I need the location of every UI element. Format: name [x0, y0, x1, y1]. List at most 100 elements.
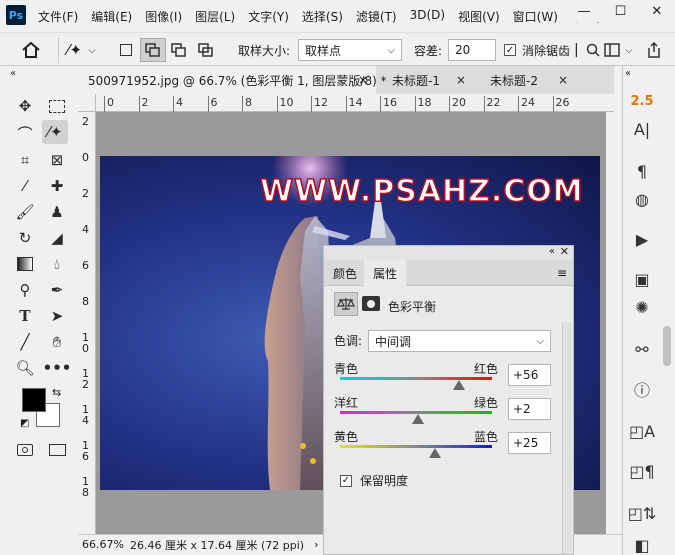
- tab-color[interactable]: 颜色: [324, 260, 366, 286]
- move-tool-icon[interactable]: ✥: [12, 94, 38, 118]
- glyphs-panel-icon[interactable]: ◍: [623, 184, 661, 214]
- slider-thumb[interactable]: [429, 448, 441, 458]
- preserve-luminosity-checkbox[interactable]: ✓ 保留明度: [340, 472, 408, 489]
- tab-untitled-2[interactable]: 未标题-2 ×: [480, 66, 576, 94]
- balance-icon[interactable]: [334, 292, 358, 316]
- zoom-tool-icon[interactable]: 🔍︎: [12, 356, 38, 380]
- layers-panel-icon[interactable]: ◧: [623, 530, 661, 555]
- status-menu-arrow[interactable]: ›: [314, 538, 318, 551]
- close-tab-icon[interactable]: ×: [558, 73, 568, 87]
- screen-mode-icon[interactable]: [44, 438, 70, 462]
- healing-brush-tool-icon[interactable]: ✚: [44, 174, 70, 198]
- tool-preset-picker[interactable]: ⁄✦ ⌵: [58, 37, 96, 63]
- slider-value-input[interactable]: +25: [508, 432, 551, 454]
- new-selection-button[interactable]: [120, 33, 132, 67]
- history-panel-icon[interactable]: ◰⇅: [623, 498, 661, 528]
- tab-active-document[interactable]: 500971952.jpg @ 66.7% (色彩平衡 1, 图层蒙版/8) *…: [78, 66, 387, 94]
- panel-menu-icon[interactable]: ≡: [557, 266, 567, 280]
- default-colors-icon[interactable]: ◩: [20, 418, 29, 429]
- slider-thumb[interactable]: [452, 380, 465, 390]
- swap-colors-icon[interactable]: ⇆: [52, 386, 61, 399]
- antialias-checkbox[interactable]: ✓ 消除锯齿: [504, 33, 574, 67]
- clone-source-icon[interactable]: ⚯: [623, 334, 661, 364]
- add-selection-button[interactable]: [140, 38, 166, 62]
- line-tool-icon[interactable]: ╱: [12, 330, 38, 354]
- ruler-tick-label: 1 8: [82, 475, 89, 499]
- menu-select[interactable]: 选择(S): [302, 8, 343, 25]
- close-panel-icon[interactable]: ✕: [560, 245, 569, 258]
- timeline-panel-icon[interactable]: ▣: [623, 264, 661, 294]
- foreground-color-swatch[interactable]: [22, 388, 46, 412]
- window-controls: — ☐ ✕: [566, 0, 675, 22]
- character-panel-icon[interactable]: A|: [623, 114, 661, 144]
- actions-panel-icon[interactable]: ▶: [623, 224, 661, 254]
- menu-file[interactable]: 文件(F): [38, 8, 78, 25]
- info-panel-icon[interactable]: ⓘ: [623, 374, 661, 404]
- collapse-panel-icon[interactable]: «: [10, 68, 16, 79]
- quick-mask-icon[interactable]: [12, 438, 38, 462]
- tab-label: 未标题-2: [490, 73, 538, 88]
- gradient-tool-icon[interactable]: [12, 252, 38, 276]
- collapse-panel-icon[interactable]: «: [549, 246, 555, 257]
- menu-filter[interactable]: 滤镜(T): [356, 8, 397, 25]
- slider-track[interactable]: [340, 377, 492, 380]
- blur-tool-icon[interactable]: 💧︎: [44, 252, 70, 276]
- more-tools-icon[interactable]: •••: [43, 356, 72, 380]
- brush-settings-icon[interactable]: ✺: [623, 292, 661, 322]
- hand-tool-icon[interactable]: ✋︎: [44, 330, 70, 354]
- intersect-selection-button[interactable]: [198, 33, 214, 67]
- sample-size-select[interactable]: 取样点 ⌵: [298, 39, 402, 61]
- dock-scrollbar[interactable]: [663, 326, 671, 366]
- workspace-button[interactable]: [604, 33, 620, 67]
- panel-header[interactable]: « ✕: [324, 245, 573, 260]
- tab-untitled-1[interactable]: 未标题-1 ×: [382, 66, 474, 94]
- mask-icon[interactable]: [362, 296, 380, 311]
- menu-layer[interactable]: 图层(L): [195, 8, 235, 25]
- menu-image[interactable]: 图像(I): [145, 8, 182, 25]
- minimize-button[interactable]: —: [566, 0, 602, 22]
- close-window-button[interactable]: ✕: [639, 0, 675, 22]
- frame-tool-icon[interactable]: ⊠: [44, 148, 70, 172]
- home-button[interactable]: [22, 33, 40, 67]
- slider-value-input[interactable]: +2: [508, 398, 551, 420]
- stamp-tool-icon[interactable]: ♟: [44, 200, 70, 224]
- menu-3d[interactable]: 3D(D): [410, 8, 445, 25]
- eraser-tool-icon[interactable]: ◢: [44, 226, 70, 250]
- tone-select[interactable]: 中间调 ⌵: [368, 330, 551, 352]
- slider-value-input[interactable]: +56: [508, 364, 551, 386]
- slider-thumb[interactable]: [411, 414, 424, 424]
- eyedropper-tool-icon[interactable]: ⁄: [12, 174, 38, 198]
- chevron-down-icon[interactable]: ⌵: [625, 33, 633, 67]
- marquee-tool-icon[interactable]: [44, 94, 70, 118]
- subtract-selection-button[interactable]: [171, 33, 187, 67]
- menu-view[interactable]: 视图(V): [458, 8, 500, 25]
- slider-track[interactable]: [340, 445, 492, 448]
- paragraph-panel-icon[interactable]: ¶: [623, 156, 661, 186]
- paragraph-styles-icon[interactable]: ◰¶: [623, 456, 661, 486]
- maximize-button[interactable]: ☐: [602, 0, 638, 22]
- menu-window[interactable]: 窗口(W): [513, 8, 558, 25]
- type-tool-icon[interactable]: T: [12, 304, 38, 328]
- panel-scrollbar[interactable]: [562, 322, 572, 554]
- search-icon[interactable]: [586, 33, 600, 67]
- lasso-tool-icon[interactable]: ⌒: [12, 121, 38, 145]
- crop-tool-icon[interactable]: ⌗: [12, 148, 38, 172]
- zoom-level[interactable]: 66.67%: [82, 538, 130, 551]
- pen-tool-icon[interactable]: ✒: [44, 278, 70, 302]
- menu-edit[interactable]: 编辑(E): [91, 8, 132, 25]
- close-tab-icon[interactable]: ×: [358, 73, 368, 87]
- dodge-tool-icon[interactable]: ⚲: [12, 278, 38, 302]
- tab-properties[interactable]: 属性: [364, 260, 407, 287]
- path-selection-tool-icon[interactable]: ➤: [44, 304, 70, 328]
- menu-type[interactable]: 文字(Y): [248, 8, 289, 25]
- collapse-panel-icon[interactable]: «: [625, 68, 631, 79]
- share-button[interactable]: [646, 33, 662, 67]
- ruler-tick-label: 2: [82, 187, 89, 200]
- ruler-tick-label: 1 0: [82, 331, 89, 355]
- close-tab-icon[interactable]: ×: [456, 73, 466, 87]
- history-brush-tool-icon[interactable]: ↻: [12, 226, 38, 250]
- brush-tool-icon[interactable]: 🖌︎: [12, 200, 38, 224]
- tolerance-input[interactable]: 20: [448, 39, 496, 61]
- character-styles-icon[interactable]: ◰A: [623, 416, 661, 446]
- magic-wand-tool-icon[interactable]: ⁄✦: [42, 120, 68, 144]
